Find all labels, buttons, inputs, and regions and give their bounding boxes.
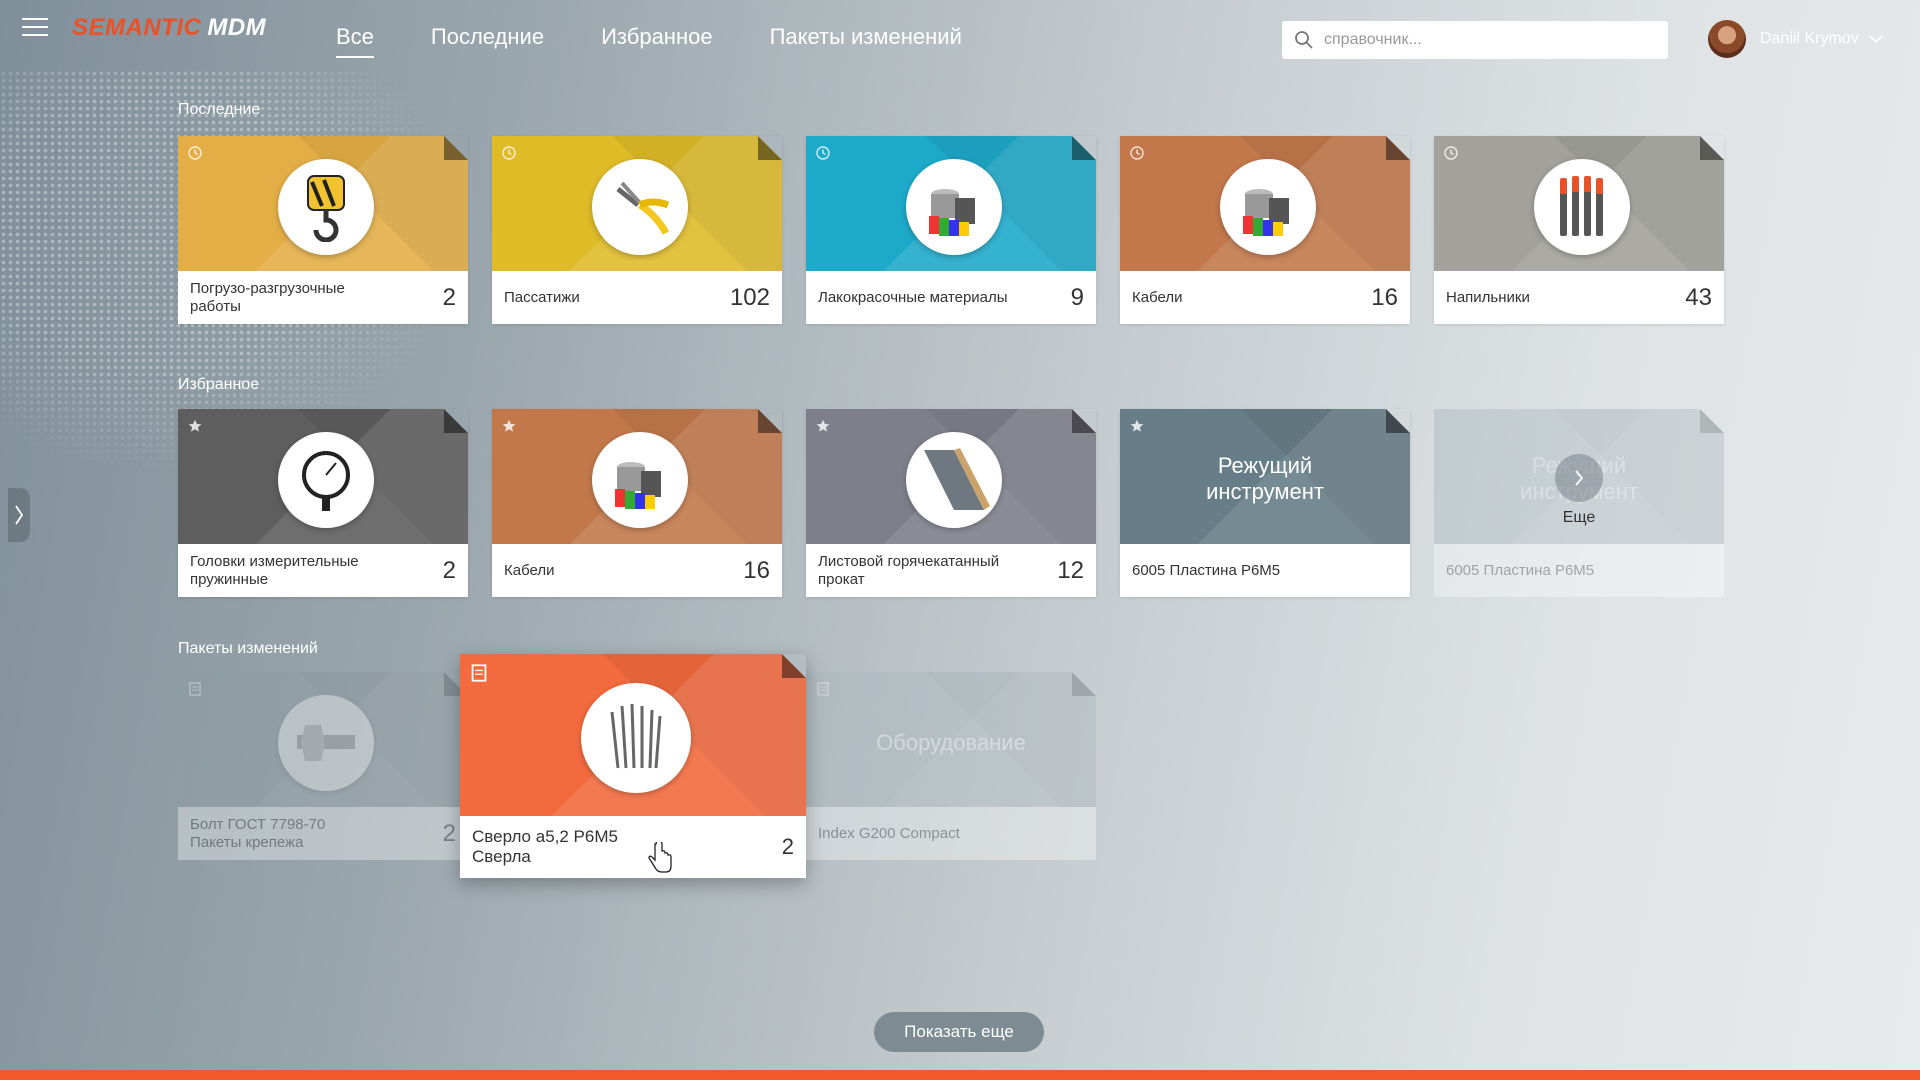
section-title-favorites: Избранное: [178, 376, 260, 393]
clock-icon: [502, 146, 516, 160]
star-icon: [502, 419, 516, 433]
card-name: Погрузо-разгрузочные работы: [190, 279, 345, 315]
document-icon: [188, 682, 202, 696]
card-count: 9: [1070, 283, 1084, 311]
star-icon: [816, 419, 830, 433]
search-input[interactable]: [1322, 30, 1646, 50]
card-name: Кабели: [1132, 288, 1183, 306]
menu-icon[interactable]: [22, 18, 48, 38]
card-favorite-1[interactable]: Головки измерительные пружинные 2: [178, 409, 468, 597]
card-category-title: Режущий инструмент: [1206, 453, 1324, 504]
accent-bar: [0, 1070, 1920, 1080]
card-name: Пассатижи: [504, 288, 580, 306]
clock-icon: [188, 146, 202, 160]
card-recent-3[interactable]: Лакокрасочные материалы 9: [806, 136, 1096, 324]
card-recent-2[interactable]: Пассатижи 102: [492, 136, 782, 324]
files-icon: [1534, 159, 1630, 255]
card-count: 16: [1371, 283, 1398, 311]
paint-cans-icon: [1220, 159, 1316, 255]
card-subname: Сверла: [472, 847, 531, 866]
card-name: Напильники: [1446, 288, 1530, 306]
paint-cans-icon: [906, 159, 1002, 255]
card-name: Кабели: [504, 561, 555, 579]
hand-cursor-icon: [648, 842, 672, 873]
card-name: Лакокрасочные материалы: [818, 288, 1008, 306]
logo-mdm: MDM: [207, 14, 267, 41]
search-box: [1282, 21, 1668, 59]
card-favorite-3[interactable]: Листовой горячекатанный прокат 12: [806, 409, 1096, 597]
sidebar-expand-button[interactable]: [8, 488, 30, 542]
tab-change-packages[interactable]: Пакеты изменений: [770, 24, 962, 58]
card-package-3[interactable]: Оборудование Index G200 Compact: [806, 672, 1096, 860]
tab-recent[interactable]: Последние: [431, 24, 544, 58]
chevron-right-icon: [15, 505, 24, 525]
card-recent-4[interactable]: Кабели 16: [1120, 136, 1410, 324]
more-favorites-button[interactable]: [1555, 454, 1603, 502]
card-name: 6005 Пластина Р6М5: [1132, 561, 1281, 579]
drills-icon: [581, 683, 691, 793]
card-count: 102: [729, 283, 770, 311]
card-recent-5[interactable]: Напильники 43: [1434, 136, 1724, 324]
card-name: Сверло а5,2 Р6М5: [472, 827, 618, 846]
card-count: 16: [743, 556, 770, 584]
more-label: Еще: [1562, 509, 1596, 526]
bolt-icon: [278, 695, 374, 791]
card-favorite-4[interactable]: Режущий инструмент 6005 Пластина Р6М5: [1120, 409, 1410, 597]
pliers-icon: [592, 159, 688, 255]
card-name: Index G200 Compact: [818, 824, 960, 842]
user-menu[interactable]: Daniil Krymov: [1708, 20, 1883, 58]
main-nav: Все Последние Избранное Пакеты изменений: [336, 24, 962, 58]
tab-favorites[interactable]: Избранное: [601, 24, 713, 58]
card-package-1[interactable]: Болт ГОСТ 7798-70 Пакеты крепежа 2: [178, 672, 468, 860]
chevron-down-icon: [1869, 35, 1883, 44]
card-count: 2: [442, 556, 456, 584]
search-icon: [1295, 31, 1313, 49]
section-title-packages: Пакеты изменений: [178, 640, 318, 657]
card-subname: Пакеты крепежа: [190, 833, 304, 851]
chevron-right-icon: [1575, 470, 1584, 486]
card-favorite-2[interactable]: Кабели 16: [492, 409, 782, 597]
card-name: Головки измерительные пружинные: [190, 552, 359, 588]
card-count: 2: [442, 283, 456, 311]
app-logo[interactable]: SEMANTIC MDM: [72, 14, 266, 42]
card-name: Болт ГОСТ 7798-70: [190, 815, 326, 833]
sheet-metal-icon: [906, 432, 1002, 528]
star-icon: [1130, 419, 1144, 433]
crane-hook-icon: [278, 159, 374, 255]
show-more-button[interactable]: Показать еще: [874, 1012, 1044, 1052]
clock-icon: [816, 146, 830, 160]
card-package-2[interactable]: Сверло а5,2 Р6М5 Сверла 2: [460, 654, 806, 878]
gauge-icon: [278, 432, 374, 528]
paint-cans-icon: [592, 432, 688, 528]
document-icon: [816, 682, 830, 696]
section-title-recent: Последние: [178, 101, 261, 118]
logo-semantic: SEMANTIC: [72, 14, 202, 41]
more-favorites-overlay: Еще: [1434, 409, 1724, 597]
document-icon: [470, 664, 488, 682]
card-category-title: Оборудование: [876, 730, 1026, 755]
avatar: [1708, 20, 1746, 58]
tab-all[interactable]: Все: [336, 24, 374, 58]
card-recent-1[interactable]: Погрузо-разгрузочные работы 2: [178, 136, 468, 324]
user-name: Daniil Krymov: [1760, 30, 1859, 47]
clock-icon: [1130, 146, 1144, 160]
card-name-block: Сверло а5,2 Р6М5 Сверла: [472, 827, 672, 867]
star-icon: [188, 419, 202, 433]
clock-icon: [1444, 146, 1458, 160]
card-name: Листовой горячекатанный прокат: [818, 552, 1000, 588]
card-name-block: Болт ГОСТ 7798-70 Пакеты крепежа: [190, 816, 390, 852]
card-count: 43: [1685, 283, 1712, 311]
card-count: 2: [442, 819, 456, 847]
card-count: 12: [1057, 556, 1084, 584]
card-count: 2: [781, 834, 794, 859]
